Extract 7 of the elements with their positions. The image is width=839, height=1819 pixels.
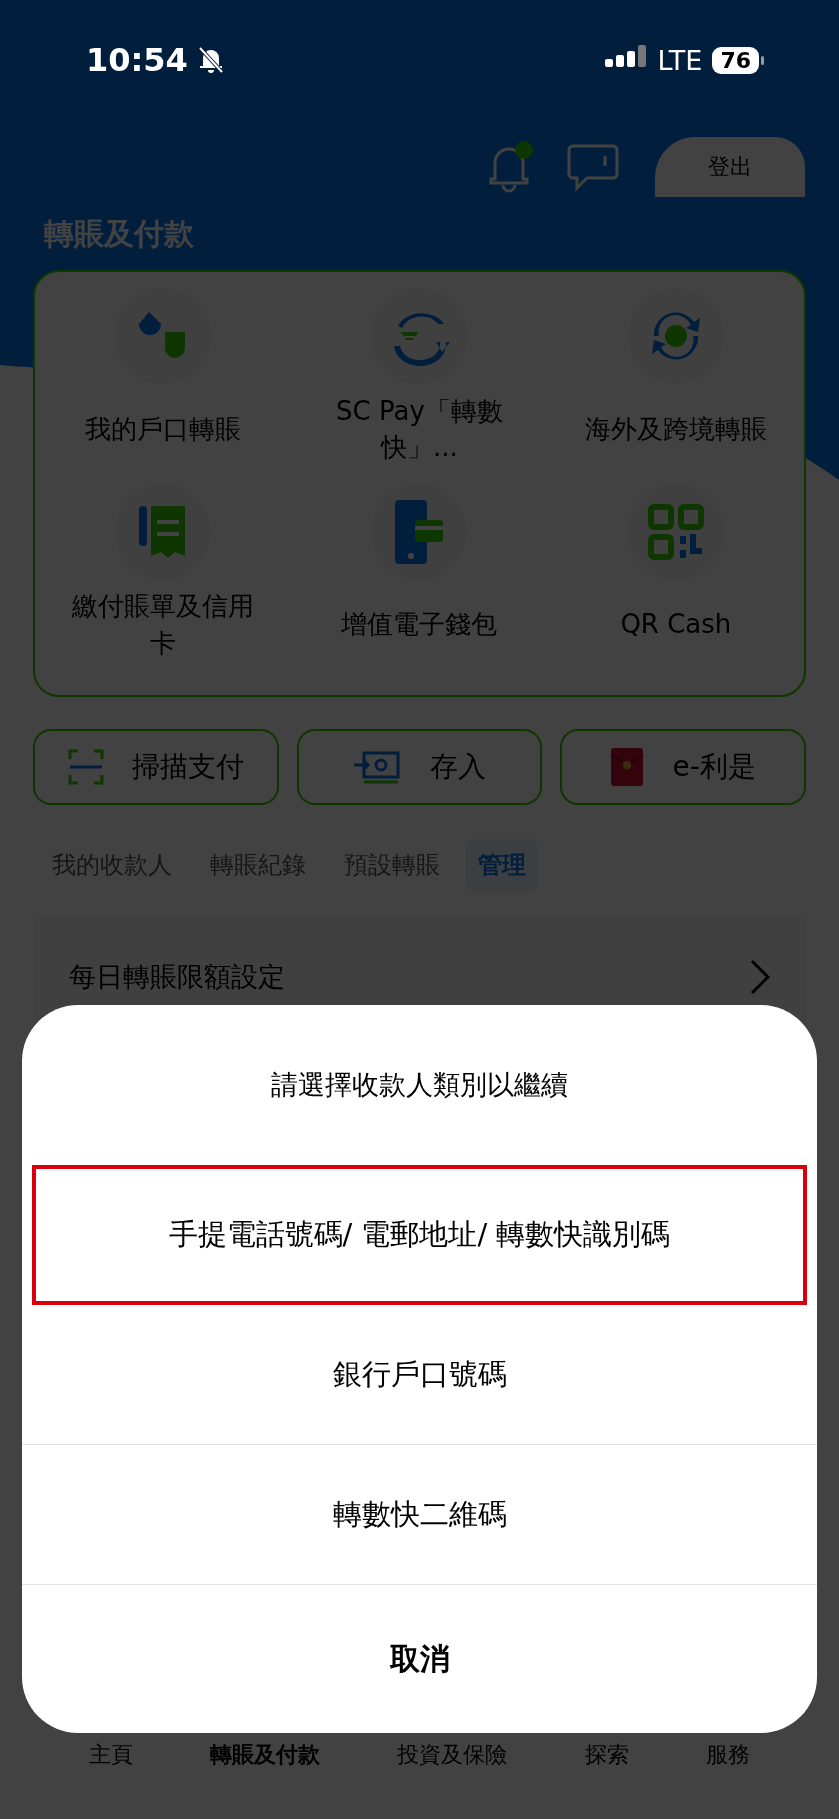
section-title: 轉賬及付款	[43, 215, 195, 253]
sheet-option[interactable]: 手提電話號碼/ 電郵地址/ 轉數快識別碼	[32, 1165, 807, 1305]
sheet-title: 請選擇收款人類別以繼續	[270, 1068, 569, 1102]
status-time: 10:54	[86, 41, 188, 79]
settings-label: 每日轉賬限額設定	[69, 960, 285, 994]
network-type: LTE	[657, 44, 703, 76]
cancel-button[interactable]: 取消	[22, 1585, 817, 1733]
